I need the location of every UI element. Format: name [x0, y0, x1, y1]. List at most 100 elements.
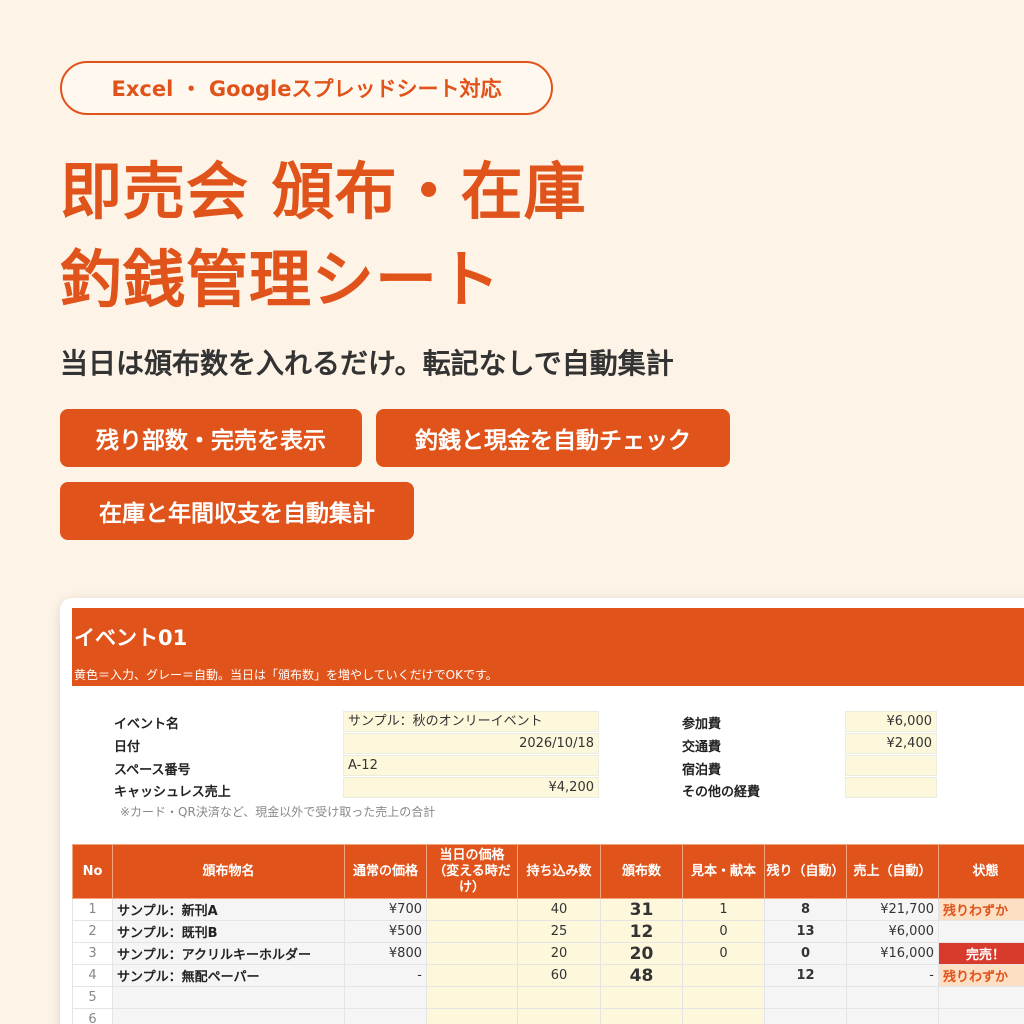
row-no: 4	[72, 964, 113, 987]
cashless-sales-input[interactable]: ¥4,200	[343, 777, 599, 798]
price-cell[interactable]: ¥800	[344, 942, 427, 965]
lodging-fee-input[interactable]	[845, 755, 937, 776]
space-number-label: スペース番号	[114, 763, 191, 778]
status-badge	[938, 920, 1024, 943]
participation-fee-label: 参加費	[682, 717, 722, 732]
item-name-cell[interactable]: サンプル：無配ペーパー	[112, 964, 345, 987]
lodging-fee-label: 宿泊費	[682, 763, 722, 778]
status-badge	[938, 986, 1024, 1009]
table-row: 6	[72, 1008, 1024, 1024]
title-line-1: 即売会 頒布・在庫	[60, 155, 587, 228]
sold-cell[interactable]	[600, 1008, 683, 1024]
row-no: 3	[72, 942, 113, 965]
table-row: 5	[72, 986, 1024, 1009]
col-regular-price: 通常の価格	[344, 844, 427, 899]
item-name-cell[interactable]: サンプル：既刊B	[112, 920, 345, 943]
feature-tag-change-check: 釣銭と現金を自動チェック	[376, 409, 730, 467]
table-header-row: No 頒布物名 通常の価格 当日の価格（変える時だけ） 持ち込み数 頒布数 見本…	[72, 844, 1024, 899]
col-remaining: 残り（自動）	[764, 844, 847, 899]
table-row: 2 サンプル：既刊B ¥500 25 12 0 13 ¥6,000	[72, 920, 1024, 943]
event-name-input[interactable]: サンプル：秋のオンリーイベント	[343, 711, 599, 732]
table-row: 3 サンプル：アクリルキーホルダー ¥800 20 20 0 0 ¥16,000…	[72, 942, 1024, 965]
row-no: 6	[72, 1008, 113, 1024]
col-item-name: 頒布物名	[112, 844, 345, 899]
item-name-cell[interactable]	[112, 1008, 345, 1024]
sample-cell[interactable]	[682, 1008, 765, 1024]
transport-fee-input[interactable]: ¥2,400	[845, 733, 937, 754]
day-price-cell[interactable]	[426, 1008, 518, 1024]
day-price-cell[interactable]	[426, 920, 518, 943]
item-name-cell[interactable]: サンプル：新刊A	[112, 898, 345, 921]
brought-cell[interactable]: 40	[517, 898, 601, 921]
status-badge: 完売！	[938, 942, 1024, 965]
remaining-cell: 12	[764, 964, 847, 987]
items-table: No 頒布物名 通常の価格 当日の価格（変える時だけ） 持ち込み数 頒布数 見本…	[72, 844, 1024, 1024]
row-no: 1	[72, 898, 113, 921]
price-cell[interactable]: -	[344, 964, 427, 987]
space-number-input[interactable]: A-12	[343, 755, 599, 776]
remaining-cell: 0	[764, 942, 847, 965]
status-badge	[938, 1008, 1024, 1024]
brought-cell[interactable]	[517, 986, 601, 1009]
event-name-label: イベント名	[114, 717, 180, 732]
col-day-price: 当日の価格（変える時だけ）	[426, 844, 518, 899]
cashless-note: ※カード・QR決済など、現金以外で受け取った売上の合計	[120, 805, 436, 819]
sheet-title: イベント01	[74, 626, 188, 650]
other-expenses-input[interactable]	[845, 777, 937, 798]
sales-cell: ¥6,000	[846, 920, 939, 943]
price-cell[interactable]: ¥700	[344, 898, 427, 921]
remaining-cell: 8	[764, 898, 847, 921]
sales-cell: ¥16,000	[846, 942, 939, 965]
sheet-header: イベント01 黄色＝入力、グレー＝自動。当日は「頒布数」を増やしていくだけでOK…	[72, 608, 1024, 686]
date-input[interactable]: 2026/10/18	[343, 733, 599, 754]
sold-cell[interactable]	[600, 986, 683, 1009]
day-price-cell[interactable]	[426, 942, 518, 965]
table-row: 4 サンプル：無配ペーパー - 60 48 12 - 残りわずか	[72, 964, 1024, 987]
sales-cell	[846, 986, 939, 1009]
compatibility-badge: Excel ・ Googleスプレッドシート対応	[60, 61, 553, 115]
remaining-cell	[764, 1008, 847, 1024]
price-cell[interactable]	[344, 1008, 427, 1024]
participation-fee-input[interactable]: ¥6,000	[845, 711, 937, 732]
status-badge: 残りわずか	[938, 964, 1024, 987]
sold-cell[interactable]: 20	[600, 942, 683, 965]
feature-tag-annual-summary: 在庫と年間収支を自動集計	[60, 482, 414, 540]
remaining-cell: 13	[764, 920, 847, 943]
price-cell[interactable]: ¥500	[344, 920, 427, 943]
item-name-cell[interactable]	[112, 986, 345, 1009]
brought-cell[interactable]: 20	[517, 942, 601, 965]
sample-cell[interactable]	[682, 964, 765, 987]
transport-fee-label: 交通費	[682, 740, 722, 755]
day-price-cell[interactable]	[426, 898, 518, 921]
col-sales: 売上（自動）	[846, 844, 939, 899]
table-row: 1 サンプル：新刊A ¥700 40 31 1 8 ¥21,700 残りわずか	[72, 898, 1024, 921]
sample-cell[interactable]	[682, 986, 765, 1009]
sold-cell[interactable]: 31	[600, 898, 683, 921]
col-sample: 見本・献本	[682, 844, 765, 899]
sales-cell: ¥21,700	[846, 898, 939, 921]
brought-cell[interactable]	[517, 1008, 601, 1024]
sold-cell[interactable]: 48	[600, 964, 683, 987]
sold-cell[interactable]: 12	[600, 920, 683, 943]
sample-cell[interactable]: 0	[682, 920, 765, 943]
col-brought: 持ち込み数	[517, 844, 601, 899]
brought-cell[interactable]: 25	[517, 920, 601, 943]
item-name-cell[interactable]: サンプル：アクリルキーホルダー	[112, 942, 345, 965]
sales-cell	[846, 1008, 939, 1024]
other-expenses-label: その他の経費	[682, 785, 761, 800]
row-no: 5	[72, 986, 113, 1009]
sales-cell: -	[846, 964, 939, 987]
day-price-cell[interactable]	[426, 964, 518, 987]
sample-cell[interactable]: 0	[682, 942, 765, 965]
title-line-2: 釣銭管理シート	[60, 243, 502, 316]
price-cell[interactable]	[344, 986, 427, 1009]
row-no: 2	[72, 920, 113, 943]
cashless-sales-label: キャッシュレス売上	[114, 785, 231, 800]
spreadsheet-preview: イベント01 黄色＝入力、グレー＝自動。当日は「頒布数」を増やしていくだけでOK…	[60, 598, 1024, 1024]
remaining-cell	[764, 986, 847, 1009]
col-sold: 頒布数	[600, 844, 683, 899]
feature-tag-remaining: 残り部数・完売を表示	[60, 409, 362, 467]
sample-cell[interactable]: 1	[682, 898, 765, 921]
day-price-cell[interactable]	[426, 986, 518, 1009]
brought-cell[interactable]: 60	[517, 964, 601, 987]
